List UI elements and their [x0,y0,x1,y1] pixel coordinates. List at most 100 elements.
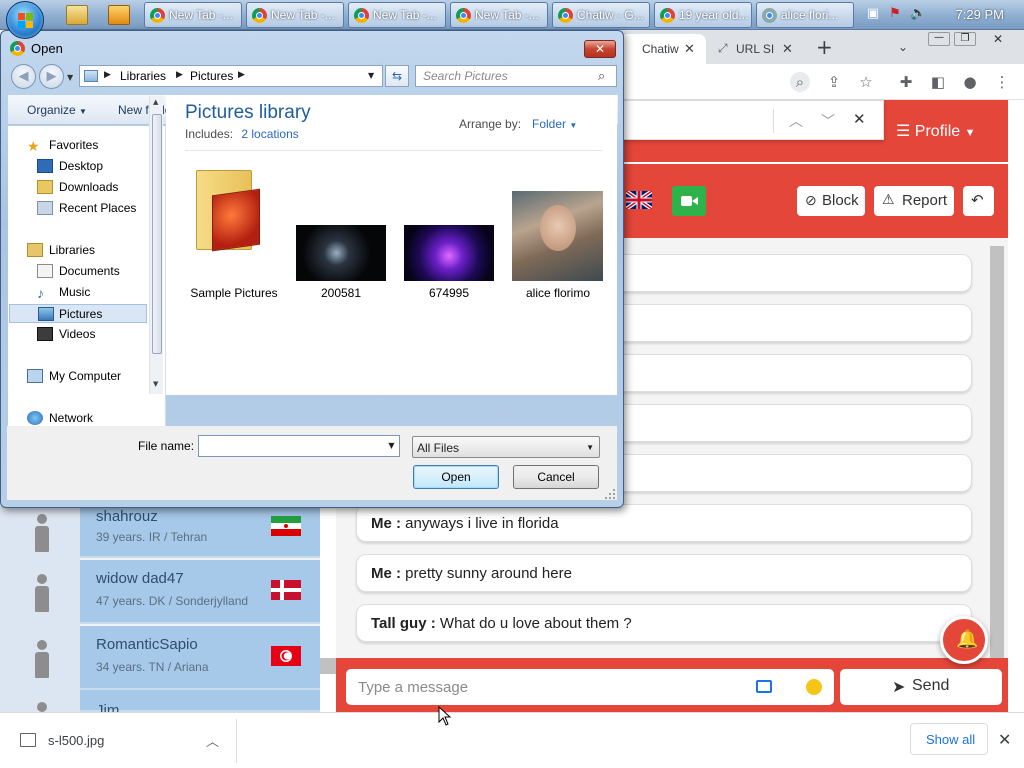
address-dropdown-icon[interactable]: ▼ [368,71,374,80]
restore-button[interactable]: ❐ [954,32,976,46]
close-tab-icon[interactable]: ✕ [684,41,695,57]
message-scrollbar[interactable] [990,246,1004,658]
breadcrumb-libraries[interactable]: Libraries [120,69,166,83]
file-name: 200581 [320,286,362,300]
scroll-down-icon[interactable]: ▼ [153,380,158,388]
search-icon[interactable]: ⌕ [598,69,605,84]
volume-tray-icon[interactable]: 🔈 [910,7,926,21]
file-tile[interactable]: 674995 [399,158,499,300]
back-button[interactable]: ◀ [11,64,36,89]
new-tab-button[interactable]: + [816,35,833,59]
notification-bell-button[interactable]: 🔔 [940,616,988,664]
message: Tall guy : What do u love about them ? [356,604,972,642]
breadcrumb-separator[interactable]: ▶ [176,70,183,80]
recent-locations-chevron-icon[interactable]: ▼ [67,73,73,82]
breadcrumb-pictures[interactable]: Pictures [190,69,233,83]
breadcrumb-separator[interactable]: ▶ [238,70,245,80]
download-item[interactable]: s-l500.jpg ︿ [14,727,236,755]
report-label: Report [902,192,948,209]
download-filename: s-l500.jpg [48,733,105,748]
back-button[interactable]: ↶ [963,186,994,216]
close-download-shelf-icon[interactable]: ✕ [998,730,1011,749]
find-next-icon[interactable]: ﹀ [821,111,835,131]
taskbar-task-19-year-old[interactable]: 19 year old... [654,2,752,28]
file-name-dropdown-icon[interactable]: ▼ [384,436,399,456]
taskbar-task-new-tab-4[interactable]: New Tab -... [450,2,548,28]
chevron-up-icon[interactable]: ︿ [206,731,219,750]
tab-url-shortener[interactable]: ⤢ URL SI ✕ [714,34,800,64]
address-breadcrumb[interactable]: ▶ Libraries ▶ Pictures ▶ ▼ [79,65,383,87]
taskbar-task-new-tab-3[interactable]: New Tab -... [348,2,446,28]
lens-search-icon[interactable]: ⌕ [790,72,810,92]
side-panel-icon[interactable]: ◧ [928,72,948,92]
navigation-scrollbar[interactable]: ▲ ▼ [149,96,163,394]
taskbar-task-new-tab-2[interactable]: New Tab -... [246,2,344,28]
dialog-close-button[interactable]: ✕ [584,40,616,58]
search-input[interactable] [415,65,617,87]
user-row[interactable]: Jim [80,690,320,719]
block-label: Block [822,192,859,209]
show-all-button[interactable]: Show all [910,723,988,755]
scrollbar-thumb[interactable] [152,114,162,354]
person-icon [35,702,49,740]
flag-tray-icon[interactable]: ⚑ [888,7,902,21]
person-icon [35,574,49,612]
find-previous-icon[interactable]: ︿ [789,111,803,131]
organize-menu[interactable]: Organize ▼ [27,103,87,117]
file-name-input[interactable] [198,435,400,457]
tab-chatiw[interactable]: Chatiw ✕ [620,34,706,64]
share-icon[interactable]: ⇪ [824,72,844,92]
send-button[interactable]: ➤ Send [840,669,1002,705]
media-player-quicklaunch-icon[interactable] [108,5,130,25]
file-tile[interactable]: alice florimo [508,158,608,300]
taskbar-task-new-tab-1[interactable]: New Tab -... [144,2,242,28]
explorer-quicklaunch-icon[interactable] [66,5,88,25]
cancel-button[interactable]: Cancel [513,465,599,489]
arrange-by-dropdown[interactable]: Folder ▼ [532,117,577,131]
image-upload-icon[interactable] [756,680,772,693]
user-row[interactable]: widow dad47 47 years. DK / Sonderjylland [80,560,320,624]
refresh-button[interactable]: ⇆ [385,65,409,87]
user-row[interactable]: RomanticSapio 34 years. TN / Ariana [80,626,320,690]
close-tab-icon[interactable]: ✕ [782,41,793,57]
arrange-by-label: Arrange by: [459,117,522,131]
file-tile[interactable]: 200581 [291,158,391,300]
favorites-star-icon: ★ [27,138,40,154]
downloads-folder-icon [37,180,53,194]
emoji-icon[interactable] [806,679,822,695]
file-tile[interactable]: Sample Pictures [184,158,284,300]
profile-menu[interactable]: ☰ Profile ▼ [896,121,976,141]
block-button[interactable]: ⊘ Block [797,186,865,216]
task-label: alice flori... [781,8,839,22]
taskbar-task-alice-florimo[interactable]: alice flori... [756,2,854,28]
block-icon: ⊘ [805,192,817,208]
documents-icon [37,264,53,278]
caret-down-icon: ▼ [569,121,578,130]
start-button[interactable] [6,1,44,39]
user-row[interactable]: shahrouz 39 years. IR / Tehran [80,506,320,558]
report-button[interactable]: ⚠ Report [874,186,954,216]
forward-button[interactable]: ▶ [39,64,64,89]
find-close-icon[interactable]: ✕ [853,110,866,128]
bookmark-star-icon[interactable]: ☆ [856,72,876,92]
library-locations-link[interactable]: 2 locations [241,127,298,141]
person-icon [35,514,49,552]
clock[interactable]: 7:29 PM [956,7,1004,22]
profile-avatar-icon[interactable]: ● [960,72,980,92]
taskbar-task-chatiw[interactable]: Chatiw - G... [552,2,650,28]
breadcrumb-separator[interactable]: ▶ [104,70,111,80]
tab-search-chevron-icon[interactable]: ⌄ [898,40,908,54]
network-tray-icon[interactable]: ▣ [866,7,880,21]
resize-grip-icon[interactable] [604,488,616,500]
video-call-button[interactable] [672,186,706,216]
nav-pictures[interactable]: Pictures [9,304,147,323]
open-button[interactable]: Open [413,465,499,489]
close-window-button[interactable]: ✕ [986,31,1010,47]
minimize-button[interactable]: — [928,32,950,46]
scroll-up-icon[interactable]: ▲ [153,98,158,106]
file-type-select[interactable]: All Files ▼ [412,436,600,458]
mouse-cursor-icon [438,706,452,726]
iran-flag-icon [271,516,301,536]
menu-kebab-icon[interactable]: ⋮ [992,72,1012,92]
extensions-puzzle-icon[interactable]: ✚ [896,72,916,92]
